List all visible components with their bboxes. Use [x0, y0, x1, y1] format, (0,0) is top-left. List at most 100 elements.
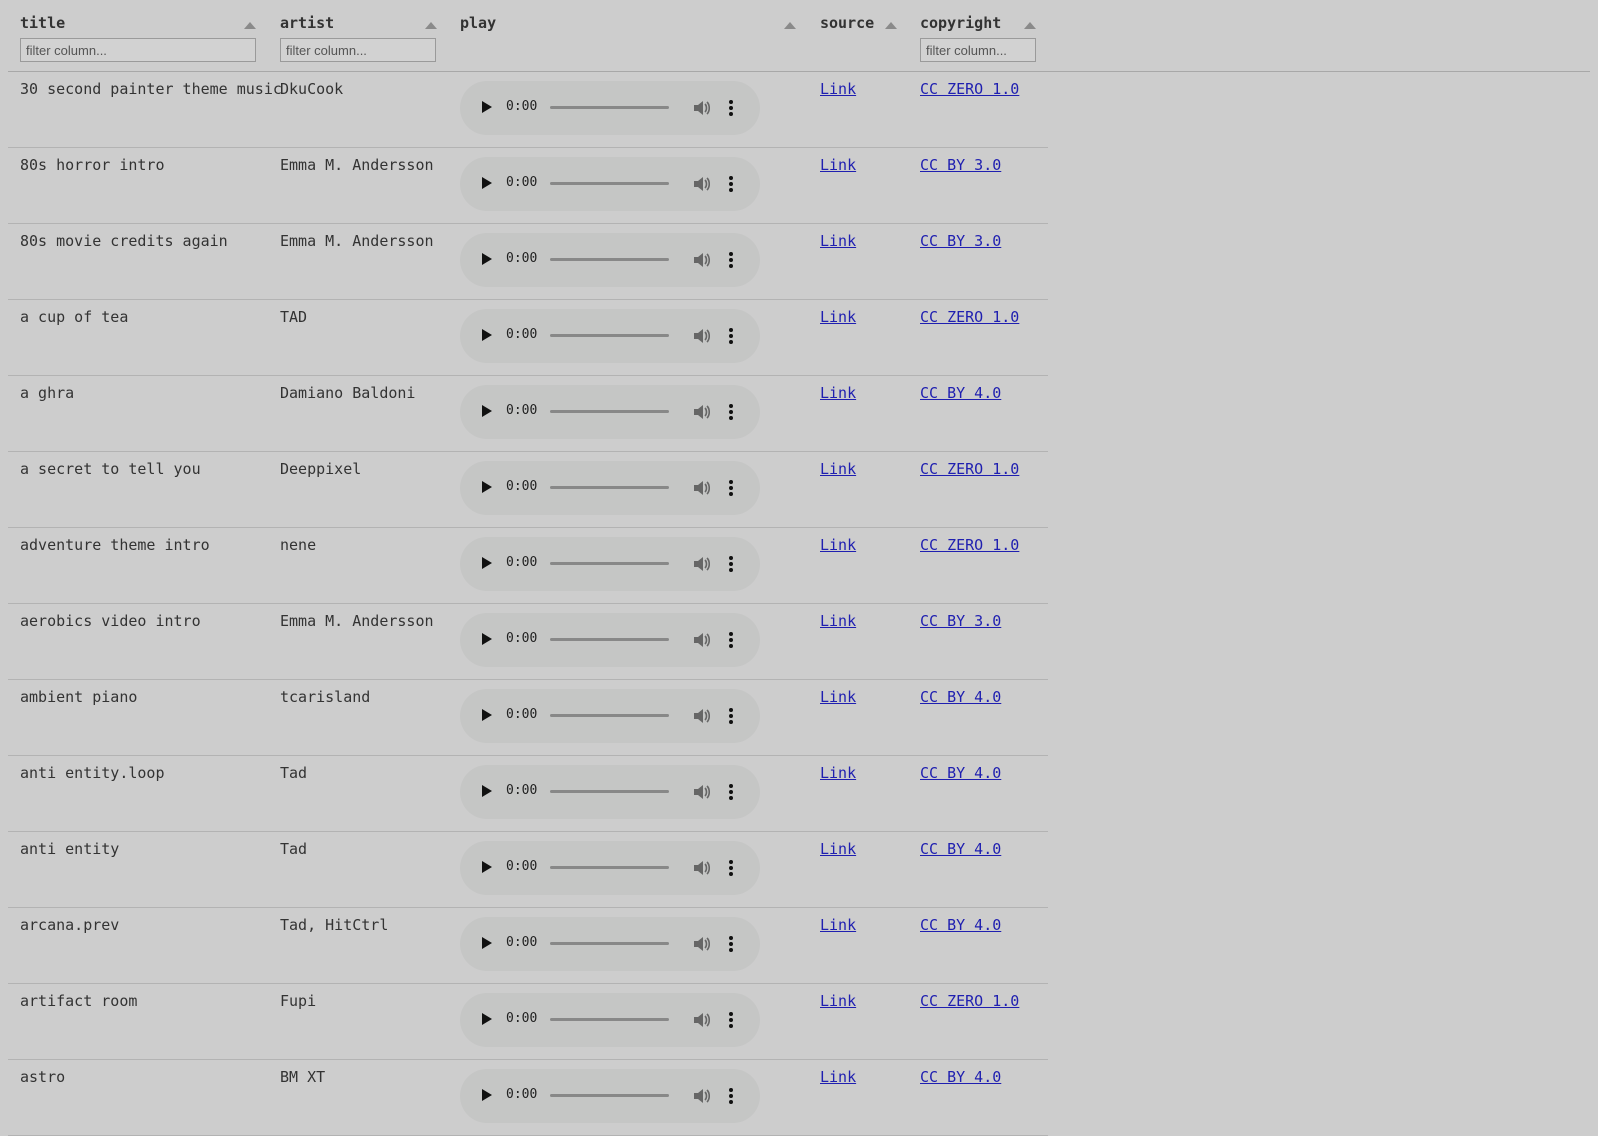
- volume-icon[interactable]: [692, 1087, 711, 1105]
- volume-icon[interactable]: [692, 99, 711, 117]
- volume-icon[interactable]: [692, 859, 711, 877]
- source-link[interactable]: Link: [820, 840, 856, 858]
- volume-icon[interactable]: [692, 631, 711, 649]
- audio-player[interactable]: 0:00: [460, 157, 760, 211]
- progress-slider[interactable]: [550, 1018, 669, 1021]
- progress-slider[interactable]: [550, 714, 669, 717]
- more-options-icon[interactable]: [728, 707, 734, 725]
- audio-player[interactable]: 0:00: [460, 917, 760, 971]
- progress-slider[interactable]: [550, 410, 669, 413]
- volume-icon[interactable]: [692, 403, 711, 421]
- audio-player[interactable]: 0:00: [460, 841, 760, 895]
- more-options-icon[interactable]: [728, 479, 734, 497]
- copyright-link[interactable]: CC BY 3.0: [920, 232, 1001, 250]
- progress-slider[interactable]: [550, 942, 669, 945]
- play-icon[interactable]: [482, 329, 492, 341]
- volume-icon[interactable]: [692, 479, 711, 497]
- more-options-icon[interactable]: [728, 403, 734, 421]
- play-icon[interactable]: [482, 1089, 492, 1101]
- volume-icon[interactable]: [692, 555, 711, 573]
- volume-icon[interactable]: [692, 707, 711, 725]
- copyright-link[interactable]: CC BY 4.0: [920, 688, 1001, 706]
- source-link[interactable]: Link: [820, 916, 856, 934]
- title-filter-input[interactable]: [20, 38, 256, 62]
- volume-icon[interactable]: [692, 327, 711, 345]
- copyright-link[interactable]: CC BY 3.0: [920, 156, 1001, 174]
- play-icon[interactable]: [482, 709, 492, 721]
- source-link[interactable]: Link: [820, 764, 856, 782]
- play-icon[interactable]: [482, 557, 492, 569]
- column-source-label[interactable]: source: [820, 14, 874, 32]
- copyright-link[interactable]: CC ZERO 1.0: [920, 308, 1019, 326]
- audio-player[interactable]: 0:00: [460, 385, 760, 439]
- volume-icon[interactable]: [692, 1011, 711, 1029]
- source-link[interactable]: Link: [820, 1068, 856, 1086]
- more-options-icon[interactable]: [728, 935, 734, 953]
- play-icon[interactable]: [482, 101, 492, 113]
- copyright-link[interactable]: CC BY 4.0: [920, 764, 1001, 782]
- audio-player[interactable]: 0:00: [460, 309, 760, 363]
- copyright-link[interactable]: CC BY 3.0: [920, 612, 1001, 630]
- progress-slider[interactable]: [550, 182, 669, 185]
- progress-slider[interactable]: [550, 1094, 669, 1097]
- play-icon[interactable]: [482, 405, 492, 417]
- progress-slider[interactable]: [550, 106, 669, 109]
- copyright-link[interactable]: CC BY 4.0: [920, 840, 1001, 858]
- column-title-label[interactable]: title: [20, 14, 65, 32]
- play-icon[interactable]: [482, 1013, 492, 1025]
- play-icon[interactable]: [482, 177, 492, 189]
- copyright-link[interactable]: CC BY 4.0: [920, 916, 1001, 934]
- volume-icon[interactable]: [692, 175, 711, 193]
- copyright-filter-input[interactable]: [920, 38, 1036, 62]
- play-icon[interactable]: [482, 937, 492, 949]
- more-options-icon[interactable]: [728, 1011, 734, 1029]
- play-icon[interactable]: [482, 481, 492, 493]
- more-options-icon[interactable]: [728, 555, 734, 573]
- sort-source-icon[interactable]: [885, 22, 897, 29]
- column-artist-label[interactable]: artist: [280, 14, 334, 32]
- more-options-icon[interactable]: [728, 859, 734, 877]
- column-copyright-label[interactable]: copyright: [920, 14, 1001, 32]
- progress-slider[interactable]: [550, 866, 669, 869]
- audio-player[interactable]: 0:00: [460, 1069, 760, 1123]
- audio-player[interactable]: 0:00: [460, 613, 760, 667]
- more-options-icon[interactable]: [728, 99, 734, 117]
- play-icon[interactable]: [482, 785, 492, 797]
- more-options-icon[interactable]: [728, 327, 734, 345]
- sort-copyright-icon[interactable]: [1024, 22, 1036, 29]
- volume-icon[interactable]: [692, 251, 711, 269]
- progress-slider[interactable]: [550, 790, 669, 793]
- play-icon[interactable]: [482, 861, 492, 873]
- more-options-icon[interactable]: [728, 783, 734, 801]
- progress-slider[interactable]: [550, 258, 669, 261]
- source-link[interactable]: Link: [820, 536, 856, 554]
- more-options-icon[interactable]: [728, 251, 734, 269]
- artist-filter-input[interactable]: [280, 38, 436, 62]
- sort-title-icon[interactable]: [244, 22, 256, 29]
- source-link[interactable]: Link: [820, 308, 856, 326]
- source-link[interactable]: Link: [820, 460, 856, 478]
- audio-player[interactable]: 0:00: [460, 689, 760, 743]
- volume-icon[interactable]: [692, 935, 711, 953]
- audio-player[interactable]: 0:00: [460, 461, 760, 515]
- source-link[interactable]: Link: [820, 992, 856, 1010]
- column-play-label[interactable]: play: [460, 14, 496, 32]
- source-link[interactable]: Link: [820, 80, 856, 98]
- more-options-icon[interactable]: [728, 1087, 734, 1105]
- audio-player[interactable]: 0:00: [460, 537, 760, 591]
- audio-player[interactable]: 0:00: [460, 765, 760, 819]
- progress-slider[interactable]: [550, 638, 669, 641]
- audio-player[interactable]: 0:00: [460, 993, 760, 1047]
- source-link[interactable]: Link: [820, 232, 856, 250]
- copyright-link[interactable]: CC ZERO 1.0: [920, 80, 1019, 98]
- more-options-icon[interactable]: [728, 175, 734, 193]
- sort-artist-icon[interactable]: [425, 22, 437, 29]
- more-options-icon[interactable]: [728, 631, 734, 649]
- source-link[interactable]: Link: [820, 612, 856, 630]
- progress-slider[interactable]: [550, 334, 669, 337]
- copyright-link[interactable]: CC ZERO 1.0: [920, 536, 1019, 554]
- copyright-link[interactable]: CC ZERO 1.0: [920, 460, 1019, 478]
- source-link[interactable]: Link: [820, 384, 856, 402]
- source-link[interactable]: Link: [820, 156, 856, 174]
- audio-player[interactable]: 0:00: [460, 233, 760, 287]
